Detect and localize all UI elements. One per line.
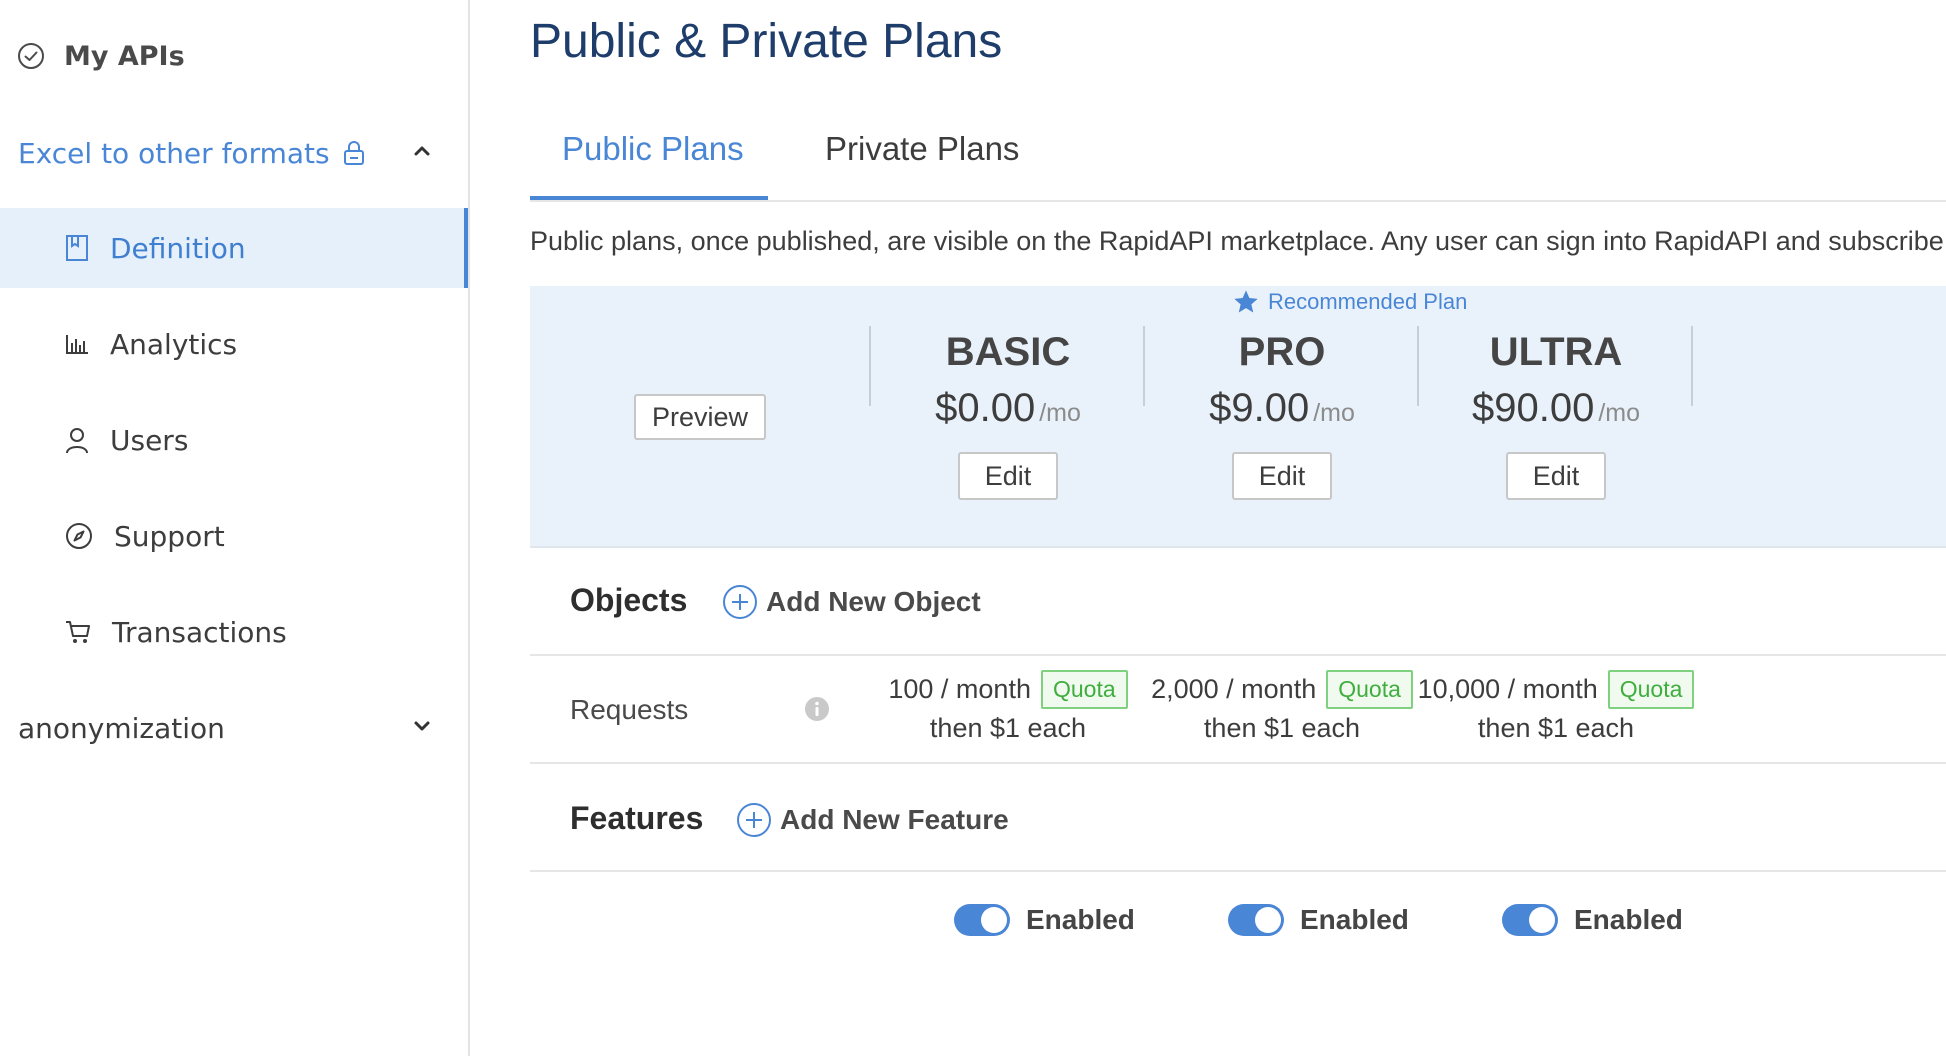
objects-title: Objects (570, 582, 688, 618)
plan-column-ultra: ULTRA $90.00/mo Edit (1386, 330, 1726, 500)
my-apis-label: My APIs (64, 40, 185, 72)
edit-plan-button[interactable]: Edit (1506, 452, 1606, 500)
feature-toggle-pro[interactable]: Enabled (1228, 904, 1409, 936)
quota-badge: Quota (1607, 670, 1695, 709)
toggle-switch[interactable] (1502, 904, 1558, 936)
quota-amount: 2,000 / month (1151, 674, 1317, 704)
add-new-object-label: Add New Object (766, 586, 981, 617)
toggle-switch[interactable] (1228, 904, 1284, 936)
toggle-label: Enabled (1300, 904, 1409, 935)
plan-price: $90.00/mo (1386, 386, 1726, 436)
user-icon (64, 426, 90, 454)
compass-icon (64, 521, 94, 551)
toggle-switch[interactable] (954, 904, 1010, 936)
quota-cell-ultra: 10,000 / month Quota then $1 each (1386, 670, 1726, 744)
bar-chart-icon (64, 331, 90, 357)
book-icon (64, 233, 90, 263)
add-new-object-button[interactable]: Add New Object (722, 584, 981, 620)
lock-icon (342, 139, 366, 167)
feature-toggle-ultra[interactable]: Enabled (1502, 904, 1683, 936)
price-amount: $90.00 (1471, 386, 1595, 430)
api-name-label: Excel to other formats (18, 136, 330, 170)
main-content: Public & Private Plans Public Plans Priv… (470, 0, 1946, 1056)
price-period: /mo (1313, 399, 1355, 427)
edit-plan-button[interactable]: Edit (1232, 452, 1332, 500)
price-period: /mo (1039, 399, 1081, 427)
sidebar-api-excel[interactable]: Excel to other formats (0, 117, 468, 189)
toggle-knob (1255, 907, 1281, 933)
sidebar-my-apis[interactable]: My APIs (0, 20, 468, 92)
objects-section: Objects Add New Object (530, 550, 1946, 656)
sidebar-item-label: Support (114, 519, 225, 553)
quota-amount: 10,000 / month (1417, 674, 1598, 704)
toggle-knob (981, 907, 1007, 933)
price-amount: $9.00 (1209, 386, 1310, 430)
add-new-feature-label: Add New Feature (780, 804, 1009, 835)
quota-overage: then $1 each (1477, 713, 1635, 743)
sidebar-api-anonymization[interactable]: anonymization (0, 688, 468, 768)
sidebar-item-transactions[interactable]: Transactions (0, 592, 468, 672)
sidebar: My APIs Excel to other formats Definitio… (0, 0, 470, 1056)
sidebar-item-label: Users (110, 423, 189, 457)
tab-bar: Public Plans Private Plans (530, 108, 1946, 202)
sidebar-item-definition[interactable]: Definition (0, 208, 468, 288)
sidebar-item-label: Transactions (112, 615, 287, 649)
features-section: Features Add New Feature (530, 764, 1946, 872)
sidebar-item-support[interactable]: Support (0, 496, 468, 576)
page-title: Public & Private Plans (530, 15, 1003, 68)
price-period: /mo (1598, 399, 1641, 427)
plus-circle-icon (736, 802, 772, 838)
plan-name: ULTRA (1489, 330, 1623, 374)
tab-private-plans[interactable]: Private Plans (825, 130, 1019, 168)
add-new-feature-button[interactable]: Add New Feature (736, 802, 1009, 838)
sidebar-item-label: Definition (110, 231, 246, 265)
preview-button[interactable]: Preview (634, 394, 766, 440)
chevron-up-icon[interactable] (410, 139, 434, 163)
sidebar-item-label: Analytics (110, 327, 238, 361)
check-circle-icon (16, 41, 46, 71)
tab-public-plans[interactable]: Public Plans (562, 130, 744, 168)
price-amount: $0.00 (935, 386, 1036, 430)
cart-icon (64, 618, 92, 646)
plus-circle-icon (722, 584, 758, 620)
feature-toggle-basic[interactable]: Enabled (954, 904, 1135, 936)
edit-plan-button[interactable]: Edit (958, 452, 1058, 500)
recommended-plan-label: Recommended Plan (1232, 288, 1467, 316)
chevron-down-icon[interactable] (410, 714, 434, 738)
toggle-knob (1529, 907, 1555, 933)
toggle-label: Enabled (1026, 904, 1135, 935)
recommended-text: Recommended Plan (1268, 289, 1468, 314)
requests-row: Requests 100 / month Quota then $1 each … (530, 656, 1946, 764)
features-title: Features (570, 800, 704, 836)
star-icon (1232, 288, 1260, 316)
quota-amount: 100 / month (888, 674, 1031, 704)
sidebar-item-analytics[interactable]: Analytics (0, 304, 468, 384)
api-name-label: anonymization (18, 711, 225, 745)
requests-label: Requests (570, 694, 689, 725)
plans-description: Public plans, once published, are visibl… (530, 226, 1946, 256)
active-tab-indicator (530, 196, 768, 200)
sidebar-item-users[interactable]: Users (0, 400, 468, 480)
info-icon[interactable] (804, 696, 830, 722)
toggle-label: Enabled (1574, 904, 1683, 935)
